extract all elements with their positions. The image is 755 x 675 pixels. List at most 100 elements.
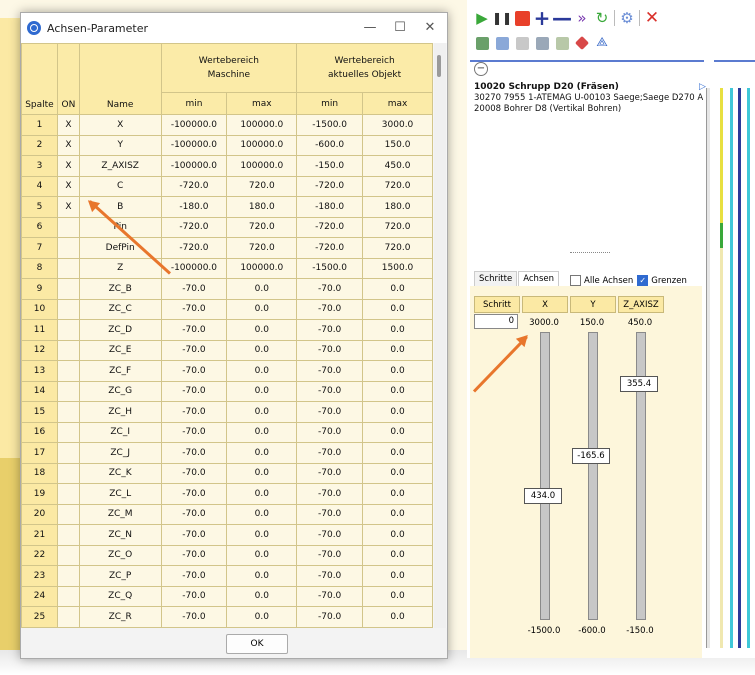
on-cell[interactable]: X — [56, 196, 80, 218]
row-index-cell[interactable]: 17 — [21, 442, 58, 464]
play-icon[interactable]: ▶ — [474, 10, 490, 26]
on-cell[interactable] — [56, 380, 80, 402]
objekt-min-cell[interactable]: -70.0 — [296, 565, 364, 587]
minus-icon[interactable]: — — [552, 8, 572, 28]
objekt-min-cell[interactable]: -70.0 — [296, 339, 364, 361]
objekt-max-cell[interactable]: 720.0 — [362, 175, 433, 197]
objekt-min-cell[interactable]: -70.0 — [296, 524, 364, 546]
maschine-min-cell[interactable]: -70.0 — [160, 585, 228, 607]
maschine-max-cell[interactable]: 0.0 — [226, 585, 298, 607]
row-index-cell[interactable]: 2 — [21, 134, 58, 156]
row-index-cell[interactable]: 21 — [21, 524, 58, 546]
maschine-min-cell[interactable]: -70.0 — [160, 380, 228, 402]
maschine-max-cell[interactable]: 0.0 — [226, 421, 298, 443]
maschine-max-cell[interactable]: 100000.0 — [226, 257, 298, 279]
maschine-min-cell[interactable]: -100000.0 — [160, 257, 228, 279]
table-row[interactable]: 24 ZC_Q -70.0 0.0 -70.0 0.0 — [21, 585, 433, 607]
objekt-min-cell[interactable]: -70.0 — [296, 380, 364, 402]
objekt-max-cell[interactable]: 0.0 — [362, 462, 433, 484]
objekt-min-cell[interactable]: -720.0 — [296, 175, 364, 197]
maschine-max-cell[interactable]: 0.0 — [226, 503, 298, 525]
on-cell[interactable]: X — [56, 114, 80, 136]
objekt-min-cell[interactable]: -70.0 — [296, 462, 364, 484]
maschine-min-cell[interactable]: -100000.0 — [160, 114, 228, 136]
name-cell[interactable]: ZC_F — [78, 360, 162, 382]
maschine-min-cell[interactable]: -100000.0 — [160, 134, 228, 156]
row-index-cell[interactable]: 1 — [21, 114, 58, 136]
objekt-max-cell[interactable]: 720.0 — [362, 216, 433, 238]
maschine-min-cell[interactable]: -70.0 — [160, 319, 228, 341]
on-cell[interactable] — [56, 565, 80, 587]
maschine-max-cell[interactable]: 0.0 — [226, 278, 298, 300]
on-cell[interactable]: X — [56, 134, 80, 156]
row-index-cell[interactable]: 7 — [21, 237, 58, 259]
stop-icon[interactable] — [514, 10, 530, 26]
refresh-icon[interactable]: ↻ — [594, 10, 610, 26]
on-cell[interactable] — [56, 216, 80, 238]
objekt-max-cell[interactable]: 0.0 — [362, 298, 433, 320]
maschine-min-cell[interactable]: -70.0 — [160, 606, 228, 628]
pause-icon[interactable]: ❚❚ — [492, 10, 512, 26]
maschine-max-cell[interactable]: 0.0 — [226, 360, 298, 382]
objekt-max-cell[interactable]: 0.0 — [362, 339, 433, 361]
objekt-min-cell[interactable]: -150.0 — [296, 155, 364, 177]
objekt-max-cell[interactable]: 150.0 — [362, 134, 433, 156]
objekt-max-cell[interactable]: 0.0 — [362, 442, 433, 464]
objekt-max-cell[interactable]: 0.0 — [362, 421, 433, 443]
plus-icon[interactable]: + — [534, 8, 551, 28]
name-cell[interactable]: ZC_I — [78, 421, 162, 443]
on-cell[interactable] — [56, 585, 80, 607]
table-row[interactable]: 6Pin-720.0720.0-720.0720.0 — [21, 216, 433, 238]
table-row[interactable]: 5 X B -180.0 180.0 -180.0 180.0 — [21, 196, 433, 218]
name-cell[interactable]: ZC_E — [78, 339, 162, 361]
objekt-min-cell[interactable]: -1500.0 — [296, 257, 364, 279]
on-cell[interactable] — [56, 401, 80, 423]
alle-achsen-checkbox[interactable]: Alle Achsen — [570, 275, 633, 286]
objekt-max-cell[interactable]: 0.0 — [362, 503, 433, 525]
table-row[interactable]: 22 ZC_O -70.0 0.0 -70.0 0.0 — [21, 544, 433, 566]
on-cell[interactable] — [56, 278, 80, 300]
table-row[interactable]: 17 ZC_J -70.0 0.0 -70.0 0.0 — [21, 442, 433, 464]
name-cell[interactable]: ZC_O — [78, 544, 162, 566]
objekt-max-cell[interactable]: 720.0 — [362, 237, 433, 259]
objekt-max-cell[interactable]: 0.0 — [362, 606, 433, 628]
on-cell[interactable]: X — [56, 175, 80, 197]
maschine-min-cell[interactable]: -720.0 — [160, 175, 228, 197]
objekt-min-cell[interactable]: -70.0 — [296, 360, 364, 382]
objekt-min-cell[interactable]: -70.0 — [296, 401, 364, 423]
objekt-max-cell[interactable]: 0.0 — [362, 380, 433, 402]
objekt-min-cell[interactable]: -70.0 — [296, 503, 364, 525]
maschine-min-cell[interactable]: -70.0 — [160, 442, 228, 464]
maschine-max-cell[interactable]: 100000.0 — [226, 155, 298, 177]
maschine-min-cell[interactable]: -70.0 — [160, 483, 228, 505]
minimize-button[interactable]: — — [355, 20, 385, 35]
objekt-min-cell[interactable]: -1500.0 — [296, 114, 364, 136]
name-cell[interactable]: ZC_N — [78, 524, 162, 546]
name-cell[interactable]: ZC_J — [78, 442, 162, 464]
objekt-max-cell[interactable]: 0.0 — [362, 360, 433, 382]
cancel-icon[interactable]: ✕ — [644, 10, 660, 27]
on-cell[interactable] — [56, 503, 80, 525]
objekt-max-cell[interactable]: 450.0 — [362, 155, 433, 177]
schritt-value[interactable]: 0 — [474, 314, 518, 329]
row-index-cell[interactable]: 14 — [21, 380, 58, 402]
table-row[interactable]: 16 ZC_I -70.0 0.0 -70.0 0.0 — [21, 421, 433, 443]
col-objekt-min[interactable]: min — [296, 92, 364, 115]
name-cell[interactable]: ZC_K — [78, 462, 162, 484]
objekt-min-cell[interactable]: -70.0 — [296, 298, 364, 320]
on-cell[interactable] — [56, 298, 80, 320]
maschine-min-cell[interactable]: -70.0 — [160, 565, 228, 587]
objekt-min-cell[interactable]: -70.0 — [296, 421, 364, 443]
objekt-max-cell[interactable]: 1500.0 — [362, 257, 433, 279]
on-cell[interactable] — [56, 462, 80, 484]
name-cell[interactable]: Z — [78, 257, 162, 279]
table-row[interactable]: 9 ZC_B -70.0 0.0 -70.0 0.0 — [21, 278, 433, 300]
table-row[interactable]: 7 DefPin -720.0 720.0 -720.0 720.0 — [21, 237, 433, 259]
objekt-max-cell[interactable]: 180.0 — [362, 196, 433, 218]
objekt-min-cell[interactable]: -180.0 — [296, 196, 364, 218]
on-cell[interactable] — [56, 257, 80, 279]
on-cell[interactable] — [56, 339, 80, 361]
name-cell[interactable]: ZC_R — [78, 606, 162, 628]
table-row[interactable]: 8 Z -100000.0 100000.0 -1500.0 1500.0 — [21, 257, 433, 279]
maschine-min-cell[interactable]: -70.0 — [160, 421, 228, 443]
